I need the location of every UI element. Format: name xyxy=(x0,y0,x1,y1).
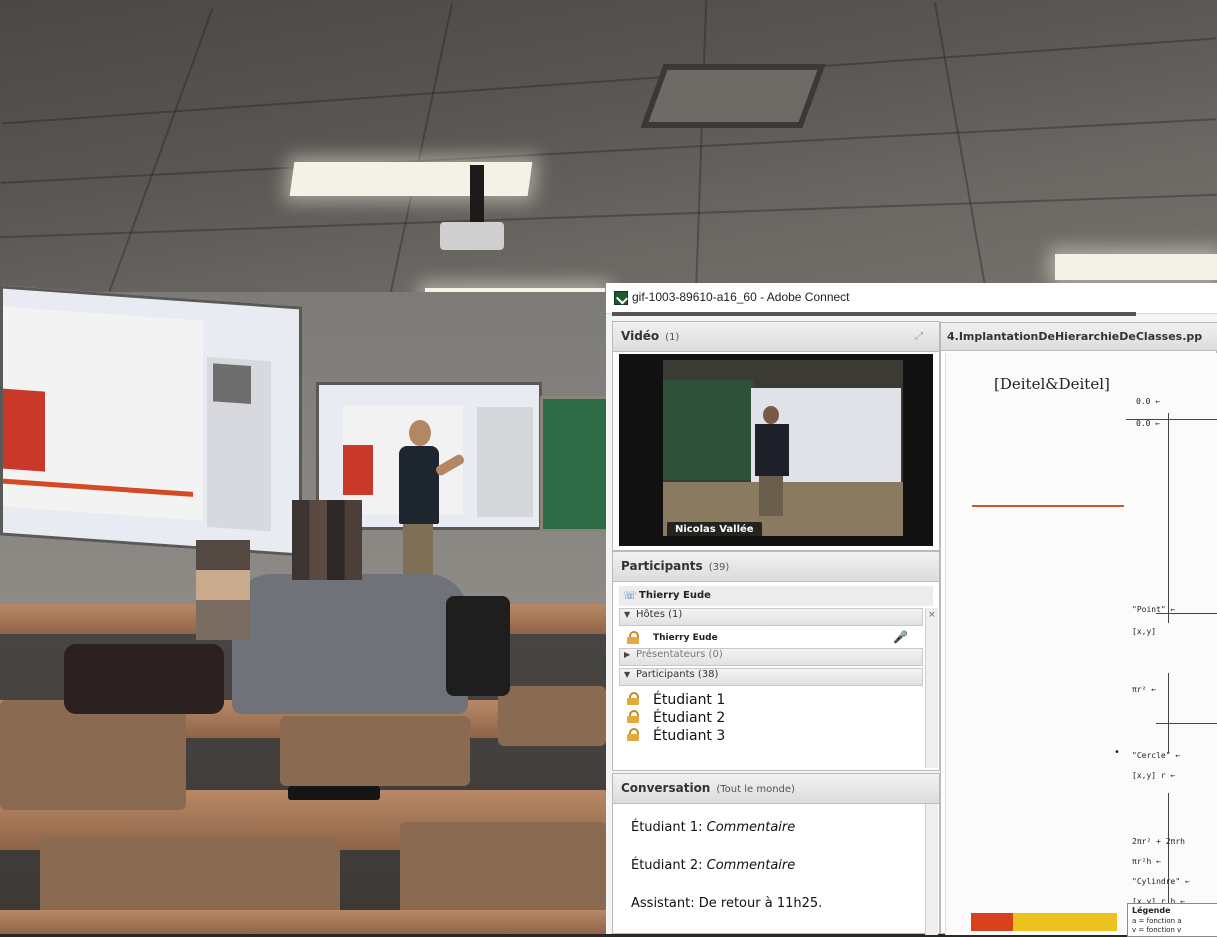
slide-citation: [Deitel&Deitel] xyxy=(994,375,1110,393)
slide-code: πr²h ← xyxy=(1132,857,1161,866)
slide-code: "Cylindre" ← xyxy=(1132,877,1190,886)
blurred-head xyxy=(292,500,362,580)
host-name: Thierry Eude xyxy=(653,633,718,643)
chevron-down-icon: ▼ xyxy=(624,610,631,619)
participant-name: Étudiant 3 xyxy=(653,728,726,744)
participant-row[interactable]: Étudiant 1 xyxy=(627,692,725,710)
ceiling-light xyxy=(289,162,533,196)
chat-sender: Étudiant 2: xyxy=(631,858,703,873)
chat-text: Commentaire xyxy=(706,820,796,835)
share-pod: 4.ImplantationDeHierarchieDeClasses.pp [… xyxy=(940,322,1217,937)
student-back xyxy=(232,574,468,714)
chat-sender: Étudiant 1: xyxy=(631,820,703,835)
microphone-icon: 🎤 xyxy=(893,630,908,644)
host-icon xyxy=(627,631,639,644)
footer-red-bar xyxy=(971,913,1013,931)
video-pod-header: Vidéo (1) ⤢ xyxy=(613,322,939,352)
ceiling-vent xyxy=(640,64,826,128)
host-row[interactable]: Thierry Eude 🎤 xyxy=(619,628,923,648)
backpack xyxy=(446,596,510,696)
chat-text: Commentaire xyxy=(706,858,796,873)
adobe-connect-icon xyxy=(614,291,628,305)
participants-pod-title: Participants xyxy=(621,559,703,573)
participants-pod: Participants (39) ☏ Thierry Eude ▼ Hôtes (… xyxy=(612,551,940,771)
participant-name: Étudiant 2 xyxy=(653,710,726,726)
legend-title: Légende xyxy=(1132,906,1171,915)
presentation-slide: [Deitel&Deitel] 0.0 ← 0.0 ← "Point" ← [x… xyxy=(945,353,1217,935)
chat-message: Étudiant 1: Commentaire xyxy=(631,820,795,835)
participant-icon xyxy=(627,692,639,705)
group-participants[interactable]: ▼ Participants (38) xyxy=(619,668,923,686)
ceiling-light xyxy=(1055,254,1217,280)
group-presenters[interactable]: ▶ Présentateurs (0) xyxy=(619,648,923,666)
chat-pod-title: Conversation xyxy=(621,781,711,795)
chat-pod-header: Conversation (Tout le monde) xyxy=(613,774,939,804)
participant-name: Étudiant 1 xyxy=(653,692,726,708)
phone xyxy=(288,786,380,800)
desk-row xyxy=(0,910,606,934)
slide-code: "Cercle" ← xyxy=(1132,751,1181,760)
speaker-name-label: Nicolas Vallée xyxy=(667,522,762,537)
chair xyxy=(280,716,470,786)
participant-row[interactable]: Étudiant 2 xyxy=(627,710,725,728)
participant-icon xyxy=(627,728,639,741)
instructor xyxy=(395,420,466,590)
projection-screen-left xyxy=(0,285,302,557)
slide-code: 0.0 ← xyxy=(1136,419,1161,428)
video-count: (1) xyxy=(665,332,680,343)
current-user-row[interactable]: ☏ Thierry Eude xyxy=(619,586,933,606)
window-titlebar: gif-1003-89610-a16_60 - Adobe Connect xyxy=(606,283,1217,314)
current-user-name: Thierry Eude xyxy=(639,590,711,601)
video-feed xyxy=(663,360,903,536)
expand-icon[interactable]: ⤢ xyxy=(915,331,929,343)
slide-code: πr² ← xyxy=(1132,685,1157,694)
video-pod-title: Vidéo (1) xyxy=(621,329,680,343)
projector-mount xyxy=(470,165,484,225)
projector xyxy=(440,222,504,250)
blurred-head xyxy=(196,540,250,640)
chalkboard xyxy=(540,396,612,532)
slide-code: "Point" ← xyxy=(1132,605,1176,614)
participant-row[interactable]: Étudiant 3 xyxy=(627,728,725,746)
chat-text: De retour à 11h25. xyxy=(698,896,823,911)
share-pod-header: 4.ImplantationDeHierarchieDeClasses.pp xyxy=(941,323,1217,351)
chat-message: Assistant: De retour à 11h25. xyxy=(631,896,822,911)
slide-code: 2πr² + 2πrh xyxy=(1132,837,1185,846)
participants-count: (39) xyxy=(708,562,730,573)
chair xyxy=(0,700,186,810)
window-title: gif-1003-89610-a16_60 - Adobe Connect xyxy=(632,290,850,304)
footer-yellow-bar xyxy=(1013,913,1117,931)
video-pod: Vidéo (1) ⤢ Nicolas Vallée xyxy=(612,321,940,551)
participant-icon xyxy=(627,710,639,723)
bag xyxy=(64,644,224,714)
chat-pod: Conversation (Tout le monde) Étudiant 1: … xyxy=(612,773,940,935)
slide-code: 0.0 ← xyxy=(1136,397,1161,406)
participants-pod-header: Participants (39) xyxy=(613,552,939,582)
phone-user-icon: ☏ xyxy=(623,589,637,602)
chevron-right-icon: ▶ xyxy=(624,650,631,659)
legend-line: a = fonction a xyxy=(1132,917,1182,925)
close-icon[interactable]: × xyxy=(928,610,936,620)
bullet-icon: • xyxy=(1114,747,1120,758)
slide-divider xyxy=(972,505,1124,507)
chat-scope: (Tout le monde) xyxy=(716,784,795,795)
legend-line: v = fonction v xyxy=(1132,926,1182,934)
shared-document-title: 4.ImplantationDeHierarchieDeClasses.pp xyxy=(947,330,1203,343)
adobe-connect-window: gif-1003-89610-a16_60 - Adobe Connect Vi… xyxy=(606,283,1217,937)
chat-message: Étudiant 2: Commentaire xyxy=(631,858,795,873)
slide-code: [x,y] r ← xyxy=(1132,771,1176,780)
slide-legend: Légende a = fonction a v = fonction v xyxy=(1127,903,1217,937)
slide-code: [x,y] xyxy=(1132,627,1157,636)
chair xyxy=(498,686,606,746)
chat-sender: Assistant: xyxy=(631,896,695,911)
participants-scrollbar[interactable]: × xyxy=(925,608,938,768)
group-hosts[interactable]: ▼ Hôtes (1) xyxy=(619,608,923,626)
horizontal-scrollbar[interactable] xyxy=(612,312,1136,316)
video-area: Nicolas Vallée xyxy=(619,354,933,546)
chevron-down-icon: ▼ xyxy=(624,670,631,679)
chat-scrollbar[interactable] xyxy=(925,804,938,935)
